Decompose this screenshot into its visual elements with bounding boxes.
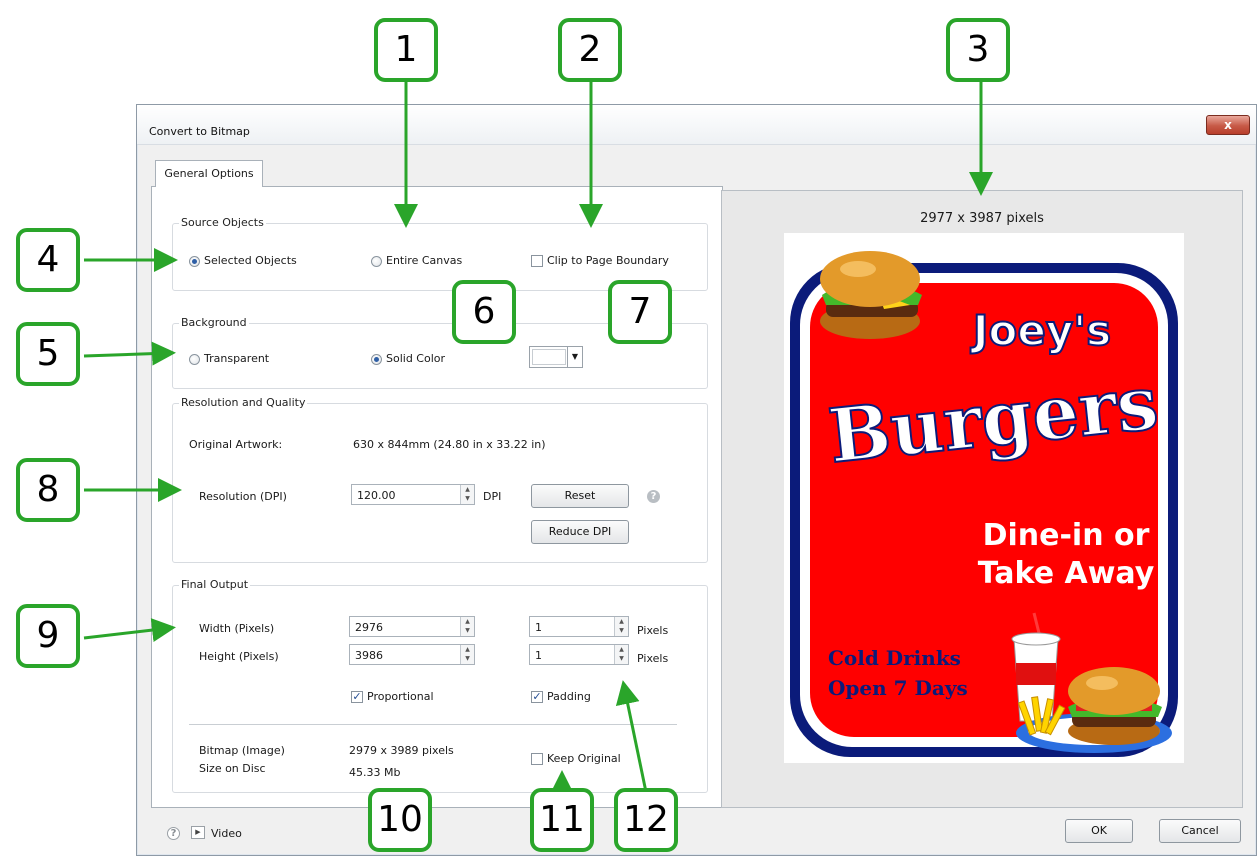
- callout-4: 4: [16, 228, 80, 292]
- clip-to-page-label: Clip to Page Boundary: [547, 254, 669, 267]
- width-pixels-value: 2976: [355, 621, 383, 634]
- selected-objects-label: Selected Objects: [204, 254, 297, 267]
- solid-color-radio[interactable]: Solid Color: [371, 352, 445, 365]
- resolution-quality-group: Resolution and Quality Original Artwork:…: [172, 396, 708, 563]
- spin-arrows-icon[interactable]: ▲ ▼: [460, 645, 474, 664]
- video-link[interactable]: Video: [211, 827, 242, 840]
- cancel-button[interactable]: Cancel: [1159, 819, 1241, 843]
- window-title: Convert to Bitmap: [149, 125, 250, 138]
- callout-10: 10: [368, 788, 432, 852]
- bitmap-image-value: 2979 x 3989 pixels: [349, 744, 454, 757]
- callout-7: 7: [608, 280, 672, 344]
- source-objects-title: Source Objects: [179, 216, 266, 229]
- original-artwork-value: 630 x 844mm (24.80 in x 33.22 in): [353, 438, 546, 451]
- padding-width-unit: Pixels: [637, 624, 669, 637]
- title-bar: Convert to Bitmap x: [137, 105, 1256, 145]
- tab-general-options[interactable]: General Options: [155, 160, 263, 187]
- entire-canvas-radio-icon: [371, 255, 382, 267]
- footer-help-icon[interactable]: ?: [167, 827, 180, 840]
- height-pixels-stepper[interactable]: 3986 ▲ ▼: [349, 644, 475, 665]
- sign-line5: Cold Drinks: [828, 646, 961, 670]
- entire-canvas-radio[interactable]: Entire Canvas: [371, 254, 462, 267]
- keep-original-check-icon: [531, 753, 543, 765]
- padding-checkbox[interactable]: ✓ Padding: [531, 690, 591, 703]
- solid-color-label: Solid Color: [386, 352, 446, 365]
- ok-button[interactable]: OK: [1065, 819, 1133, 843]
- transparent-label: Transparent: [204, 352, 270, 365]
- reset-button[interactable]: Reset: [531, 484, 629, 508]
- color-swatch-fill: [532, 349, 566, 365]
- bitmap-image-label: Bitmap (Image): [199, 744, 285, 757]
- burger-sign-preview: Joey's Burgers Dine-in or Take Away Cold…: [784, 233, 1184, 763]
- callout-1: 1: [374, 18, 438, 82]
- play-video-icon[interactable]: ▶: [191, 826, 205, 839]
- padding-width-stepper[interactable]: 1 ▲ ▼: [529, 616, 629, 637]
- dpi-unit-label: DPI: [483, 490, 502, 503]
- width-pixels-stepper[interactable]: 2976 ▲ ▼: [349, 616, 475, 637]
- callout-2: 2: [558, 18, 622, 82]
- color-dropdown-arrow-icon[interactable]: ▼: [567, 347, 582, 367]
- final-output-title: Final Output: [179, 578, 251, 591]
- callout-6: 6: [452, 280, 516, 344]
- padding-width-value: 1: [535, 621, 542, 634]
- size-on-disc-value: 45.33 Mb: [349, 766, 401, 779]
- callout-5: 5: [16, 322, 80, 386]
- resolution-dpi-label: Resolution (DPI): [199, 490, 287, 503]
- entire-canvas-label: Entire Canvas: [386, 254, 463, 267]
- padding-check-icon: ✓: [531, 690, 543, 703]
- sign-line1: Joey's: [970, 306, 1111, 355]
- proportional-checkbox[interactable]: ✓ Proportional: [351, 690, 434, 703]
- resolution-help-icon[interactable]: ?: [647, 490, 660, 503]
- callout-11: 11: [530, 788, 594, 852]
- background-title: Background: [179, 316, 249, 329]
- proportional-check-icon: ✓: [351, 690, 363, 703]
- keep-original-checkbox[interactable]: Keep Original: [531, 752, 621, 765]
- height-pixels-label: Height (Pixels): [199, 650, 279, 663]
- selected-objects-radio[interactable]: Selected Objects: [189, 254, 297, 267]
- close-button[interactable]: x: [1206, 115, 1250, 135]
- padding-height-value: 1: [535, 649, 542, 662]
- spin-arrows-icon[interactable]: ▲ ▼: [460, 485, 474, 504]
- padding-label: Padding: [547, 690, 591, 703]
- original-artwork-label: Original Artwork:: [189, 438, 283, 451]
- spin-arrows-icon[interactable]: ▲ ▼: [460, 617, 474, 636]
- final-output-group: Final Output Width (Pixels) 2976 ▲ ▼ 1 ▲ ▼…: [172, 578, 708, 793]
- callout-9: 9: [16, 604, 80, 668]
- callout-8: 8: [16, 458, 80, 522]
- callout-12: 12: [614, 788, 678, 852]
- callout-3: 3: [946, 18, 1010, 82]
- sign-line4: Take Away: [978, 556, 1155, 591]
- resolution-quality-title: Resolution and Quality: [179, 396, 308, 409]
- divider: [189, 724, 677, 725]
- convert-to-bitmap-dialog: Convert to Bitmap x General Options Sour…: [136, 104, 1257, 856]
- proportional-label: Proportional: [367, 690, 434, 703]
- burger-illustration-top: [820, 251, 922, 339]
- preview-panel: 2977 x 3987 pixels Joey's Burgers Dine-i…: [721, 190, 1243, 808]
- reduce-dpi-button[interactable]: Reduce DPI: [531, 520, 629, 544]
- burger-illustration-bottom: [1068, 667, 1162, 745]
- keep-original-label: Keep Original: [547, 752, 621, 765]
- preview-pixel-size: 2977 x 3987 pixels: [920, 211, 1044, 226]
- transparent-radio-icon: [189, 353, 200, 365]
- width-pixels-label: Width (Pixels): [199, 622, 275, 635]
- size-on-disc-label: Size on Disc: [199, 762, 266, 775]
- spin-arrows-icon[interactable]: ▲ ▼: [614, 645, 628, 664]
- clip-to-page-check-icon: [531, 255, 543, 267]
- padding-height-unit: Pixels: [637, 652, 669, 665]
- clip-to-page-checkbox[interactable]: Clip to Page Boundary: [531, 254, 669, 267]
- solid-color-radio-icon: [371, 353, 382, 365]
- color-swatch[interactable]: ▼: [529, 346, 583, 368]
- spin-arrows-icon[interactable]: ▲ ▼: [614, 617, 628, 636]
- resolution-dpi-value: 120.00: [357, 489, 396, 502]
- sign-line3: Dine-in or: [983, 518, 1150, 553]
- padding-height-stepper[interactable]: 1 ▲ ▼: [529, 644, 629, 665]
- resolution-dpi-stepper[interactable]: 120.00 ▲ ▼: [351, 484, 475, 505]
- transparent-radio[interactable]: Transparent: [189, 352, 269, 365]
- sign-line6: Open 7 Days: [828, 676, 968, 700]
- selected-objects-radio-icon: [189, 255, 200, 267]
- height-pixels-value: 3986: [355, 649, 383, 662]
